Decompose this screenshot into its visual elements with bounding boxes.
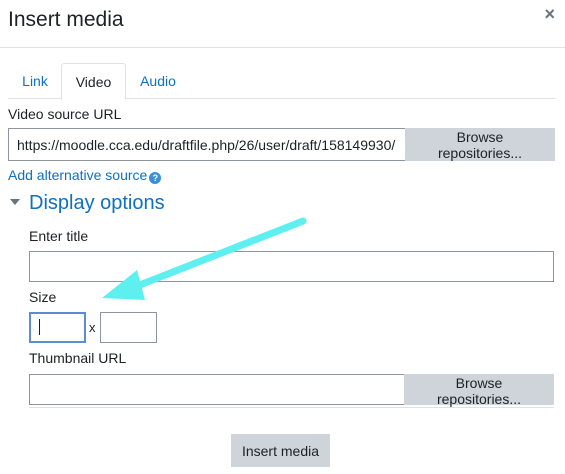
width-input[interactable] (29, 312, 86, 343)
thumbnail-browse-repositories-button[interactable]: Browse repositories... (404, 374, 554, 407)
caret-down-icon (10, 199, 20, 205)
tab-video[interactable]: Video (61, 63, 126, 100)
help-icon[interactable]: ? (149, 172, 162, 184)
add-alternative-source-link[interactable]: Add alternative source? (8, 166, 162, 184)
media-tabs: Link Video Audio (8, 63, 555, 100)
enter-title-label: Enter title (29, 228, 89, 244)
display-options-heading: Display options (29, 192, 165, 214)
insert-media-button[interactable]: Insert media (231, 434, 330, 467)
tab-link[interactable]: Link (8, 63, 62, 99)
size-separator: x (89, 320, 96, 335)
dialog-header: Insert media × (0, 0, 565, 48)
close-icon[interactable]: × (544, 4, 555, 24)
dialog-title: Insert media (8, 8, 124, 31)
title-input[interactable] (29, 251, 554, 282)
video-source-label: Video source URL (8, 106, 122, 122)
insert-media-dialog: Insert media × Link Video Audio Video so… (0, 0, 565, 474)
height-input[interactable] (100, 312, 157, 343)
browse-repositories-button[interactable]: Browse repositories... (405, 128, 555, 161)
tab-audio[interactable]: Audio (128, 63, 188, 99)
thumbnail-url-label: Thumbnail URL (29, 350, 127, 366)
video-source-url-input[interactable] (8, 128, 405, 161)
size-label: Size (29, 289, 57, 305)
section-divider (29, 407, 554, 408)
text-cursor (39, 319, 40, 335)
thumbnail-url-input[interactable] (29, 374, 404, 405)
add-alternative-source-label: Add alternative source (8, 167, 148, 183)
